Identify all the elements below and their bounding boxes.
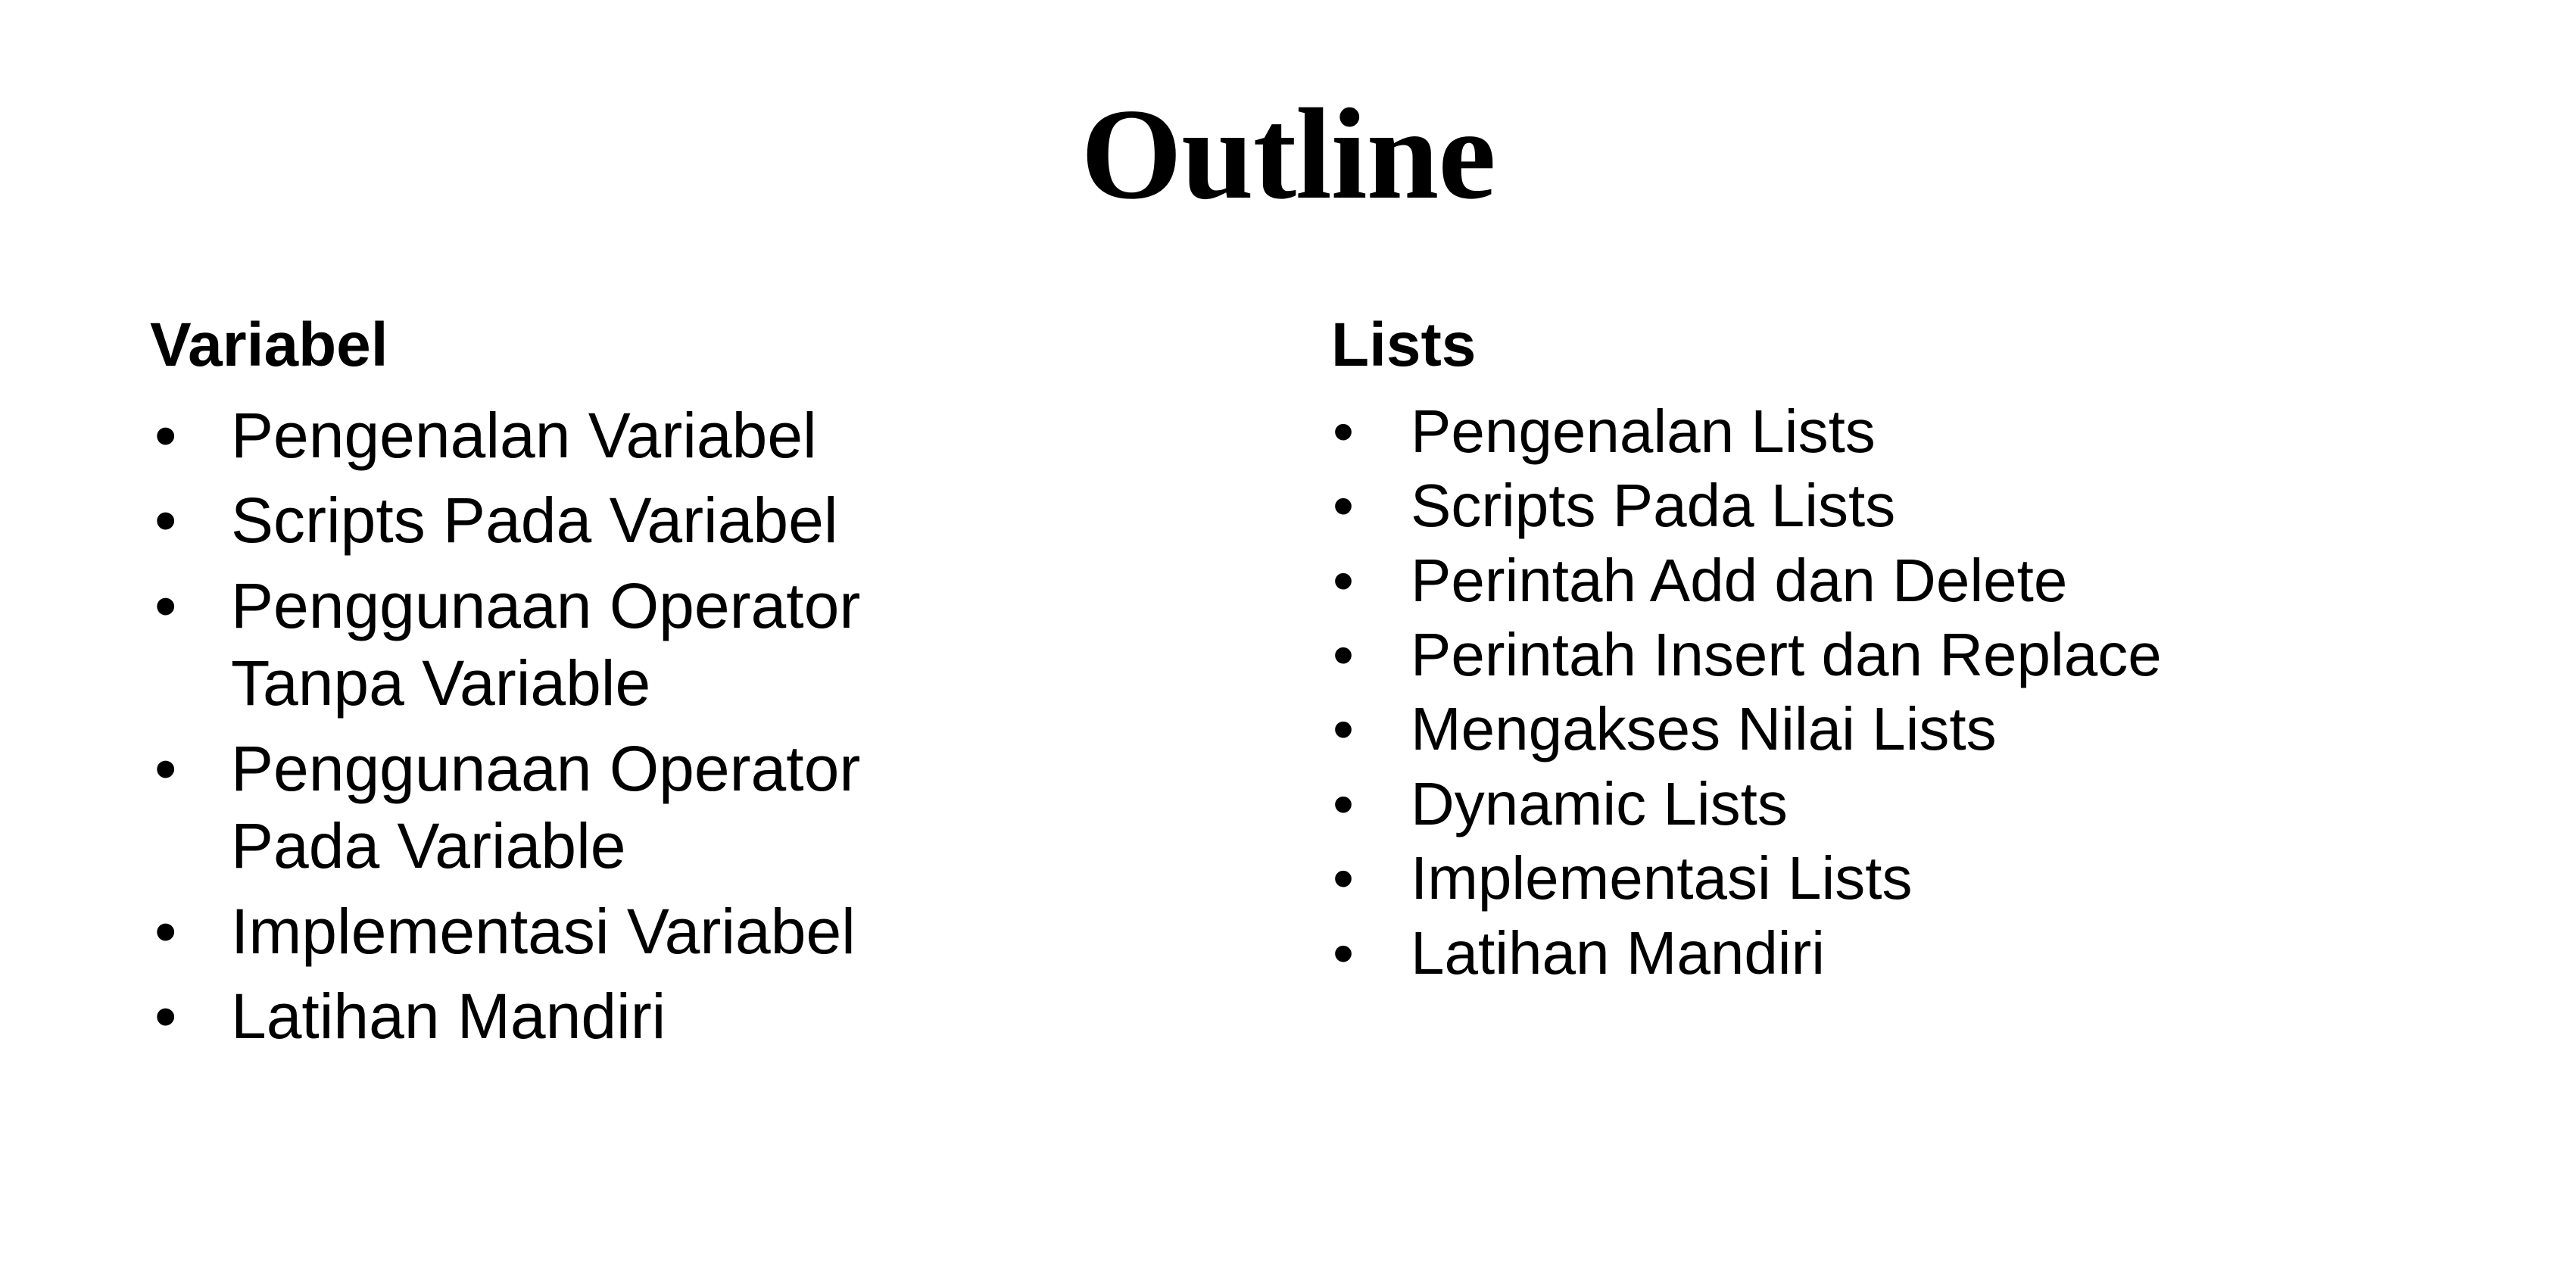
list-item-label: Implementasi Lists [1411,844,1913,912]
list-item-label: Dynamic Lists [1411,769,1788,837]
bullet-list-lists: • Pengenalan Lists • Scripts Pada Lists … [1331,397,2391,988]
list-item-label: Perintah Insert dan Replace [1411,621,2162,688]
column-variabel: Variabel • Pengenalan Variabel • Scripts… [150,310,1225,1063]
list-item-label: Perintah Add dan Delete [1411,546,2068,614]
bullet-list-variabel: • Pengenalan Variabel • Scripts Pada Var… [150,397,1225,1056]
bullet-point-icon: • [154,981,177,1053]
list-item: • Penggunaan Operator Tanpa Variable [150,567,863,722]
list-item-label: Latihan Mandiri [1411,918,1825,987]
list-item-label: Pengenalan Lists [1411,397,1876,465]
bullet-point-icon: • [154,399,177,471]
list-item-label: Scripts Pada Variabel [231,485,838,557]
bullet-point-icon: • [154,732,177,804]
bullet-point-icon: • [1333,844,1355,912]
list-item: • Implementasi Lists [1331,844,2391,913]
list-item: • Perintah Add dan Delete [1331,546,2391,616]
bullet-point-icon: • [1333,769,1355,837]
content-columns: Variabel • Pengenalan Variabel • Scripts… [0,0,2576,1288]
list-item: • Mengakses Nilai Lists [1331,694,2391,764]
column-heading-variabel: Variabel [150,310,388,379]
list-item: • Penggunaan Operator Pada Variable [150,730,863,885]
bullet-point-icon: • [1333,918,1355,987]
column-lists: Lists • Pengenalan Lists • Scripts Pada … [1331,310,2391,993]
bullet-point-icon: • [1333,472,1355,540]
bullet-point-icon: • [154,569,177,641]
list-item-label: Scripts Pada Lists [1411,472,1896,540]
list-item: • Pengenalan Lists [1331,397,2391,466]
list-item: • Pengenalan Variabel [150,397,863,474]
list-item: • Perintah Insert dan Replace [1331,620,2391,690]
bullet-point-icon: • [154,895,177,967]
bullet-point-icon: • [1333,621,1355,688]
list-item: • Implementasi Variabel [150,893,863,970]
list-item-label: Penggunaan Operator Tanpa Variable [231,569,861,719]
bullet-point-icon: • [154,485,177,557]
slide-canvas: Outline Variabel • Pengenalan Variabel •… [0,0,2576,1288]
list-item: • Scripts Pada Variabel [150,482,863,559]
list-item: • Scripts Pada Lists [1331,471,2391,541]
list-item-label: Mengakses Nilai Lists [1411,695,1997,763]
bullet-point-icon: • [1333,397,1355,465]
bullet-point-icon: • [1333,546,1355,614]
list-item-label: Implementasi Variabel [231,895,856,967]
list-item-label: Penggunaan Operator Pada Variable [231,732,861,882]
column-heading-lists: Lists [1331,310,1477,379]
list-item-label: Pengenalan Variabel [231,399,817,471]
list-item: • Latihan Mandiri [1331,918,2391,988]
list-item: • Dynamic Lists [1331,769,2391,839]
bullet-point-icon: • [1333,695,1355,763]
list-item: • Latihan Mandiri [150,978,863,1055]
list-item-label: Latihan Mandiri [231,981,666,1053]
